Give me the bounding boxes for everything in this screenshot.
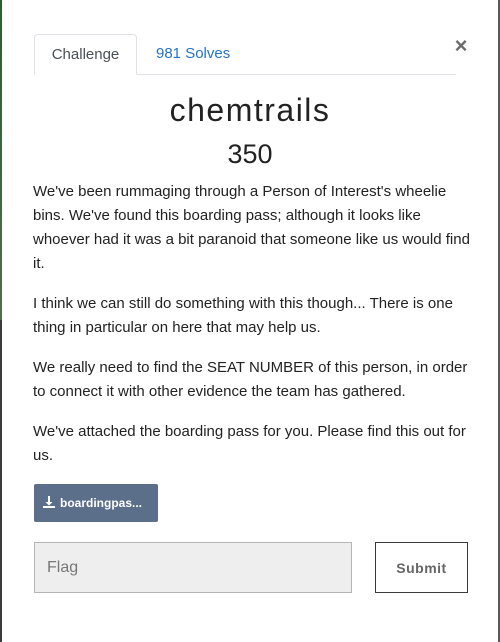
close-icon[interactable]: × — [451, 34, 471, 58]
description-paragraph: I think we can still do something with t… — [33, 295, 453, 336]
download-icon — [43, 496, 55, 509]
description-paragraph: We've attached the boarding pass for you… — [33, 423, 466, 464]
challenge-title: chemtrails — [169, 92, 331, 128]
tab-challenge[interactable]: Challenge — [34, 34, 137, 75]
description-paragraph: We really need to find the SEAT NUMBER o… — [33, 359, 468, 400]
description-paragraph: We've been rummaging through a Person of… — [33, 183, 470, 272]
challenge-description: We've been rummaging through a Person of… — [33, 180, 473, 484]
challenge-modal: Challenge 981 Solves × chemtrails 350 We… — [2, 0, 498, 642]
file-download-button[interactable]: boardingpas... — [34, 484, 158, 522]
flag-input[interactable] — [34, 542, 352, 593]
tab-solves[interactable]: 981 Solves — [140, 34, 246, 74]
submit-button[interactable]: Submit — [375, 542, 468, 593]
modal-tabs: Challenge 981 Solves — [34, 34, 456, 75]
file-download-label: boardingpas... — [60, 496, 143, 510]
challenge-value: 350 — [227, 139, 273, 169]
